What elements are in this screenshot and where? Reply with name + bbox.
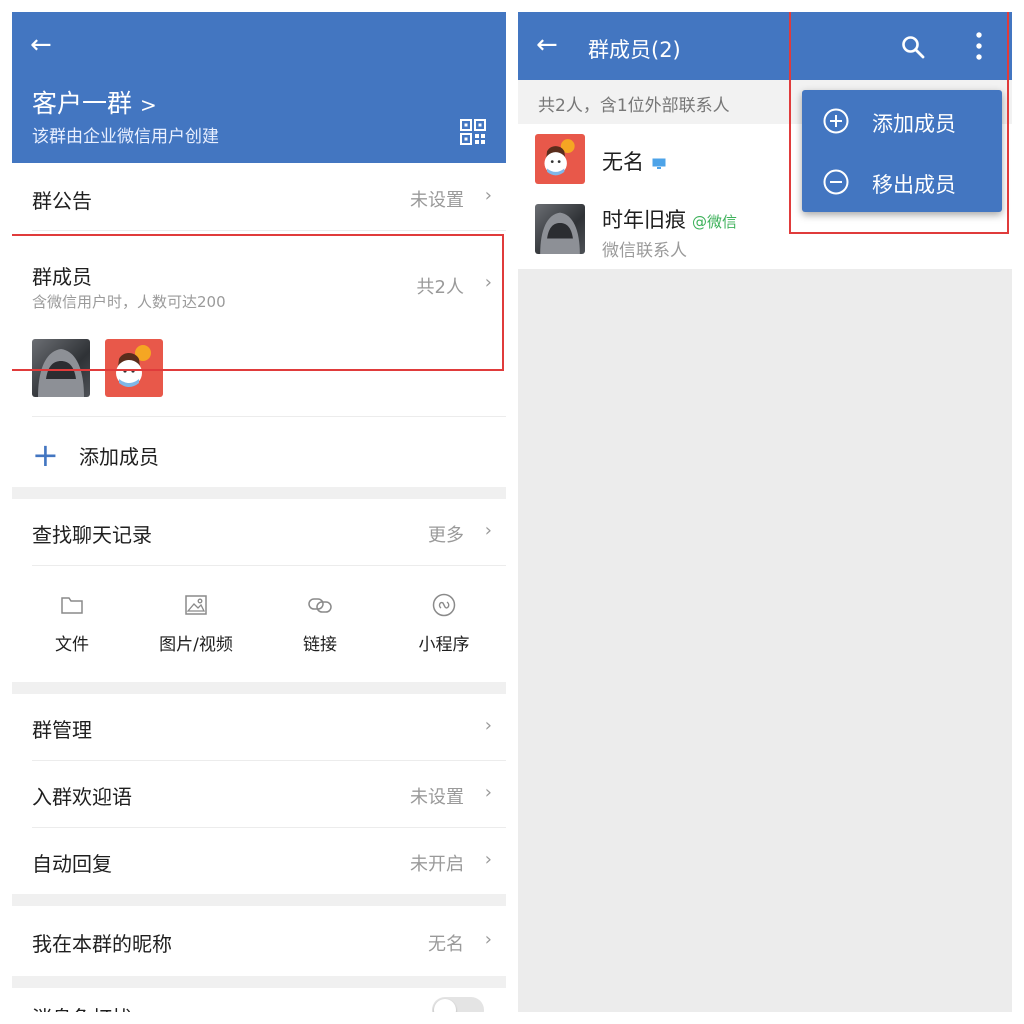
announcement-value: 未设置 — [410, 190, 464, 211]
search-history-label: 查找聊天记录 — [32, 523, 152, 547]
wechat-tag: @微信 — [692, 213, 738, 231]
member-count-text: 共2人，含1位外部联系人 — [538, 96, 730, 116]
add-member-row[interactable]: + 添加成员 — [12, 417, 506, 487]
filter-label: 小程序 — [418, 635, 470, 655]
mini-program-icon — [432, 593, 456, 617]
search-history-row[interactable]: 查找聊天记录 更多 › — [12, 499, 506, 565]
auto-reply-value: 未开启 — [410, 854, 464, 875]
member-name: 无名 — [602, 146, 666, 176]
chevron-right-icon: › — [484, 185, 492, 206]
group-info-screen: ← 客户一群 > 该群由企业微信用户创建 群公告 未设置 › 群成员 含微信用户时… — [12, 12, 506, 1012]
highlight-box — [12, 234, 504, 371]
auto-reply-row[interactable]: 自动回复 未开启 › — [12, 828, 506, 894]
qr-code-icon[interactable] — [460, 119, 486, 145]
section-gap — [12, 682, 506, 694]
dnd-toggle[interactable] — [432, 997, 484, 1012]
plus-icon: + — [32, 436, 59, 474]
back-arrow-icon[interactable]: ← — [30, 32, 52, 58]
welcome-label: 入群欢迎语 — [32, 785, 132, 809]
back-arrow-icon[interactable]: ← — [536, 32, 558, 58]
filter-images[interactable]: 图片/视频 — [136, 592, 256, 655]
chevron-right-icon: > — [140, 93, 157, 117]
auto-reply-label: 自动回复 — [32, 852, 112, 876]
quick-filter-bar: 文件 图片/视频 链接 小程序 — [12, 566, 506, 682]
folder-icon — [61, 597, 83, 614]
filter-links[interactable]: 链接 — [260, 592, 380, 655]
group-name-link[interactable]: 客户一群 > — [32, 84, 157, 120]
filter-mini-programs[interactable]: 小程序 — [384, 592, 504, 655]
section-gap — [12, 894, 506, 906]
nickname-row[interactable]: 我在本群的昵称 无名 › — [12, 906, 506, 976]
filter-label: 链接 — [303, 635, 337, 655]
welcome-message-row[interactable]: 入群欢迎语 未设置 › — [12, 761, 506, 827]
highlight-box — [789, 12, 1009, 234]
avatar — [535, 204, 585, 254]
avatar — [535, 134, 585, 184]
group-header: ← 客户一群 > 该群由企业微信用户创建 — [12, 12, 506, 163]
announcement-row[interactable]: 群公告 未设置 › — [12, 163, 506, 230]
group-name: 客户一群 — [32, 89, 133, 118]
add-member-label: 添加成员 — [79, 445, 159, 469]
image-icon — [185, 595, 207, 615]
chevron-right-icon: › — [484, 715, 492, 736]
desktop-icon — [652, 158, 666, 169]
search-history-more: 更多 — [428, 525, 464, 546]
group-creator-note: 该群由企业微信用户创建 — [32, 127, 219, 147]
group-manage-label: 群管理 — [32, 718, 92, 742]
chevron-right-icon: › — [484, 520, 492, 541]
filter-label: 文件 — [55, 635, 89, 655]
member-name-text: 时年旧痕 — [602, 208, 686, 232]
nickname-label: 我在本群的昵称 — [32, 932, 172, 956]
group-manage-row[interactable]: 群管理 › — [12, 694, 506, 760]
member-list-screen: ← 群成员(2) 共2人，含1位外部联系人 无名 时年旧痕 @微信 微信联系人 … — [518, 12, 1012, 1012]
member-name-text: 无名 — [602, 150, 644, 174]
member-name: 时年旧痕 @微信 — [602, 204, 737, 234]
toggle-knob — [434, 999, 456, 1012]
filter-label: 图片/视频 — [159, 635, 233, 655]
chevron-right-icon: › — [484, 849, 492, 870]
welcome-value: 未设置 — [410, 787, 464, 808]
member-list-title: 群成员(2) — [588, 38, 681, 62]
link-icon — [308, 598, 332, 613]
member-subtitle: 微信联系人 — [602, 241, 687, 261]
nickname-value: 无名 — [428, 934, 464, 955]
dnd-label: 消息免打扰 — [32, 1002, 132, 1012]
chevron-right-icon: › — [484, 782, 492, 803]
chevron-right-icon: › — [484, 929, 492, 950]
announcement-label: 群公告 — [32, 189, 92, 213]
section-gap — [12, 976, 506, 988]
section-gap — [12, 487, 506, 499]
filter-files[interactable]: 文件 — [12, 592, 132, 655]
